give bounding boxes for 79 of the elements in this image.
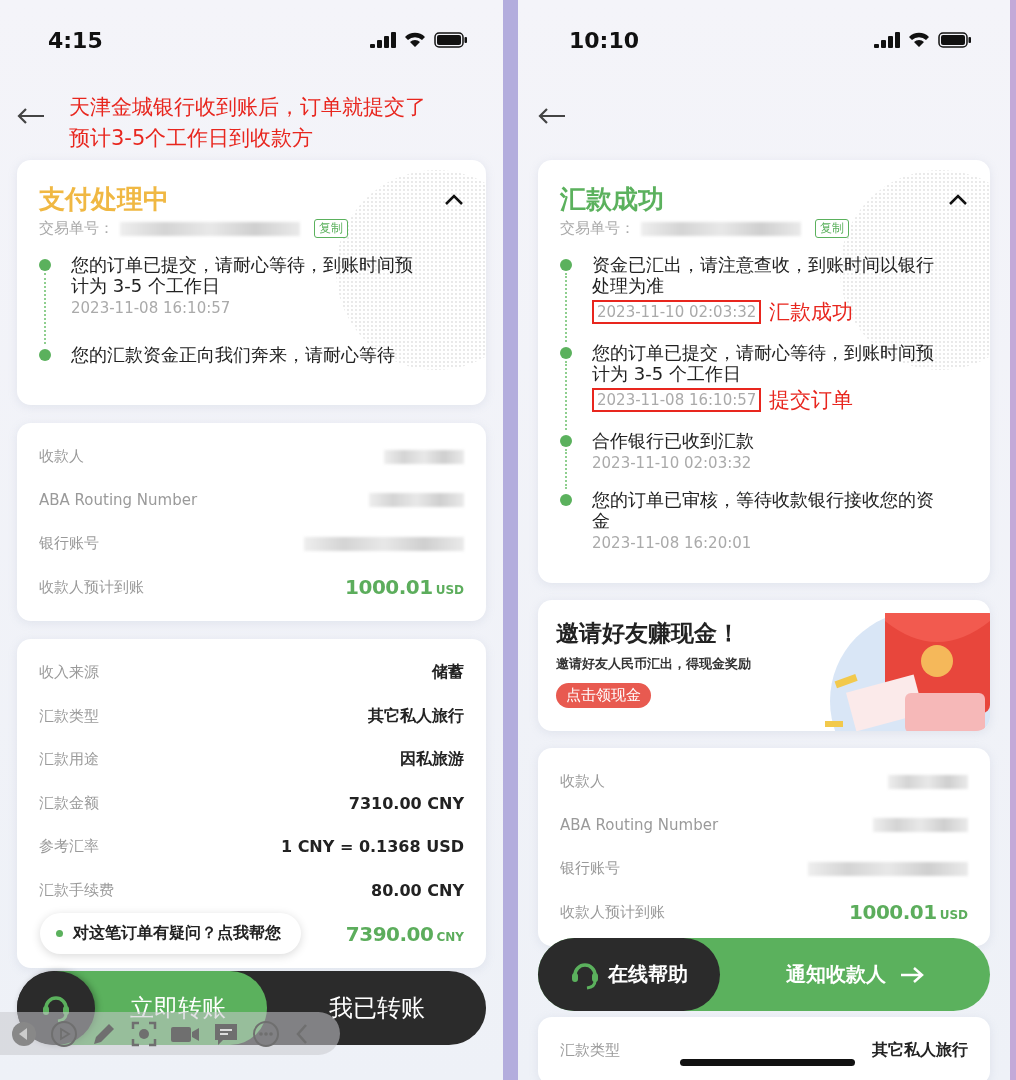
field-value: 因私旅游 — [400, 749, 464, 771]
field-label: 汇款用途 — [39, 750, 99, 770]
field-label: 银行账号 — [560, 859, 620, 879]
copy-button[interactable]: 复制 — [815, 219, 849, 238]
chevron-up-icon[interactable] — [444, 193, 464, 206]
back-arrow-icon[interactable] — [17, 108, 45, 124]
timeline-text: 您的订单已提交，请耐心等待，到账时间预计为 3-5 个工作日 — [71, 254, 414, 296]
help-tooltip[interactable]: 对这笔订单有疑问？点我帮您 — [40, 912, 301, 954]
boxed-timestamp: 2023-11-10 02:03:32 — [592, 300, 762, 324]
field-value: 1 CNY = 0.1368 USD — [280, 837, 464, 857]
battery-icon — [434, 32, 468, 48]
status-title: 支付处理中 — [39, 183, 169, 216]
notify-payee-button[interactable]: 通知收款人 — [720, 938, 990, 1011]
claim-cash-button[interactable]: 点击领现金 — [556, 683, 651, 708]
boxed-timestamp: 2023-11-08 16:10:57 — [592, 388, 762, 412]
annotation-text: 预计3-5个工作日到收款方 — [69, 125, 315, 152]
field-value: 其它私人旅行 — [368, 705, 464, 727]
field-value: 7310.00 CNY — [348, 793, 464, 813]
field-label: 参考汇率 — [39, 837, 99, 857]
signal-icon — [370, 32, 396, 48]
field-label: 汇款手续费 — [39, 880, 114, 900]
timestamp: 2023-11-08 16:20:01 — [592, 533, 752, 553]
timeline-dot — [560, 435, 572, 447]
field-label: 银行账号 — [39, 534, 99, 554]
promo-subtitle: 邀请好友人民币汇出，得现金奖励 — [556, 655, 751, 673]
focus-frame-icon[interactable] — [130, 1019, 158, 1048]
field-label: 汇款类型 — [560, 1041, 620, 1061]
timeline-text: 合作银行已收到汇款 — [592, 430, 755, 451]
annotation-text: 汇款成功 — [769, 299, 854, 326]
field-label: ABA Routing Number — [39, 491, 198, 510]
field-label: 收款人预计到账 — [560, 902, 665, 922]
timeline-text: 您的订单已提交，请耐心等待，到账时间预计为 3-5 个工作日 — [592, 342, 935, 384]
currency-unit: USD — [435, 583, 464, 598]
timeline-text: 您的汇款资金正向我们奔来，请耐心等待 — [71, 344, 396, 365]
promo-title: 邀请好友赚现金！ — [556, 619, 741, 648]
field-label: 汇款金额 — [39, 793, 99, 813]
field-value: 储蓄 — [432, 662, 464, 684]
timestamp: 2023-11-08 16:10:57 — [71, 298, 231, 318]
annotation-text: 提交订单 — [769, 387, 854, 414]
timeline-dot — [560, 259, 572, 271]
annotation-text: 天津金城银行收到账后，订单就提交了 — [69, 94, 426, 121]
timeline-dot — [39, 259, 51, 271]
status-title: 汇款成功 — [560, 183, 664, 216]
more-icon[interactable] — [252, 1019, 280, 1048]
timeline-dot — [560, 347, 572, 359]
field-label: 收款人预计到账 — [39, 577, 144, 597]
status-time: 4:15 — [48, 27, 103, 53]
wifi-icon — [908, 32, 930, 48]
order-number-label: 交易单号： — [39, 219, 114, 238]
field-value: 其它私人旅行 — [872, 1040, 968, 1062]
field-label: ABA Routing Number — [560, 816, 719, 835]
amount-value: 1000.01 — [849, 900, 937, 925]
signal-icon — [874, 32, 900, 48]
timeline-dot — [39, 349, 51, 361]
field-label: 收款人 — [39, 447, 84, 467]
timeline-dot — [560, 494, 572, 506]
copy-button[interactable]: 复制 — [314, 219, 348, 238]
currency-unit: USD — [939, 908, 968, 923]
timestamp: 2023-11-10 02:03:32 — [592, 453, 752, 473]
back-icon[interactable] — [10, 1019, 38, 1048]
arrow-right-icon — [900, 966, 924, 983]
amount-value: 1000.01 — [345, 575, 433, 600]
field-label: 收入来源 — [39, 663, 99, 683]
chevron-up-icon[interactable] — [948, 193, 968, 206]
wifi-icon — [404, 32, 426, 48]
battery-icon — [938, 32, 972, 48]
play-icon[interactable] — [50, 1019, 78, 1048]
timeline-text: 资金已汇出，请注意查收，到账时间以银行处理为准 — [592, 254, 935, 296]
status-time: 10:10 — [569, 27, 640, 53]
timeline-text: 您的订单已审核，等待收款银行接收您的资金 — [592, 489, 935, 531]
order-number-label: 交易单号： — [560, 219, 635, 238]
field-value: 80.00 CNY — [371, 880, 464, 900]
back-arrow-icon[interactable] — [538, 108, 566, 124]
field-label: 汇款类型 — [39, 706, 99, 726]
transferred-button[interactable]: 我已转账 — [267, 970, 486, 1045]
currency-unit: CNY — [436, 929, 464, 944]
online-help-button[interactable]: 在线帮助 — [538, 938, 720, 1011]
amount-value: 7390.00 — [345, 921, 434, 946]
field-label: 收款人 — [560, 772, 605, 792]
